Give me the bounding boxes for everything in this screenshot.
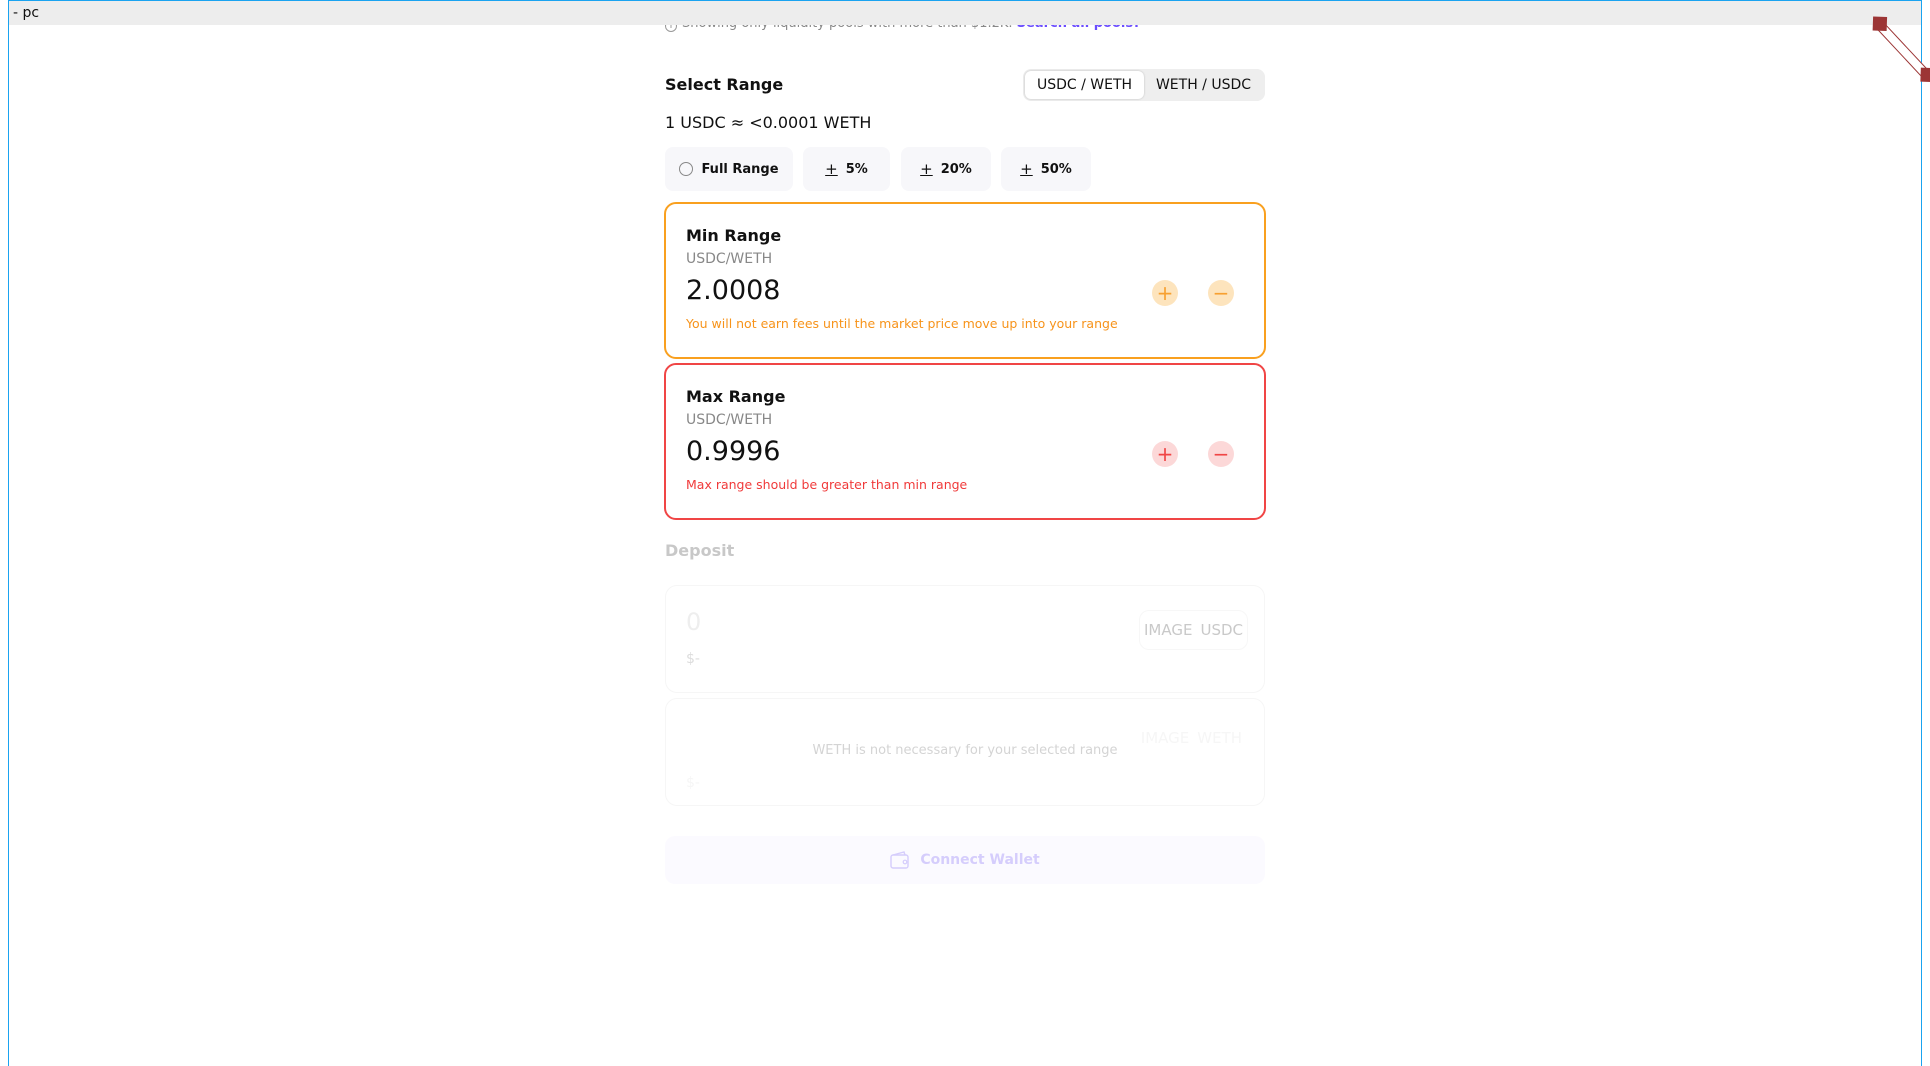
connect-wallet-label: Connect Wallet [920,852,1040,868]
usdc-usd-value: $- [686,651,700,667]
max-range-title: Max Range [686,387,786,406]
preset-label: 5% [845,161,868,177]
max-decrease-button[interactable]: − [1208,441,1234,467]
connect-wallet-button[interactable]: Connect Wallet [665,836,1265,884]
token-symbol: USDC [1200,621,1243,639]
price-ratio: 1 USDC ≈ <0.0001 WETH [665,113,872,132]
wallet-icon [890,851,910,869]
deposit-weth-card: IMAGE WETH $- WETH is not necessary for y… [665,698,1265,806]
minus-icon: − [1212,281,1230,305]
preset-label: Full Range [701,161,779,177]
min-increase-button[interactable]: + [1152,280,1178,306]
preset-label: 50% [1040,161,1072,177]
max-range-card: Max Range USDC/WETH 0.9996 Max range sho… [664,363,1266,520]
max-range-error: Max range should be greater than min ran… [686,477,968,492]
max-increase-button[interactable]: + [1152,441,1178,467]
preset-20-button[interactable]: +20% [901,147,991,191]
weth-not-necessary-note: WETH is not necessary for your selected … [812,743,1118,758]
preset-label: 20% [940,161,972,177]
minus-icon: − [1212,442,1230,466]
window-title: - pc [13,5,40,21]
token-image: IMAGE [1144,621,1193,639]
min-range-unit: USDC/WETH [686,251,773,267]
plus-minus-icon: + [825,160,838,178]
window-title-bar: - pc [9,1,1921,25]
plus-icon: + [1156,442,1174,466]
pair-usdc-weth[interactable]: USDC / WETH [1025,71,1144,99]
deposit-title: Deposit [665,541,735,560]
plus-icon: + [1156,281,1174,305]
usdc-amount-input[interactable]: 0 [686,608,701,636]
min-range-card: Min Range USDC/WETH 2.0008 You will not … [664,202,1266,359]
pair-weth-usdc[interactable]: WETH / USDC [1144,71,1263,99]
usdc-token-selector[interactable]: IMAGE USDC [1139,610,1248,650]
max-range-unit: USDC/WETH [686,412,773,428]
preset-5-button[interactable]: +5% [803,147,890,191]
weth-usd-value: $- [686,775,700,791]
min-range-warning: You will not earn fees until the market … [686,316,1118,331]
full-range-button[interactable]: Full Range [665,147,793,191]
deposit-usdc-card: 0 $- IMAGE USDC [665,585,1265,693]
min-range-title: Min Range [686,226,782,245]
plus-minus-icon: + [920,160,933,178]
radio-icon [679,162,694,176]
plus-minus-icon: + [1020,160,1033,178]
pair-toggle[interactable]: USDC / WETH WETH / USDC [1023,69,1265,101]
preset-50-button[interactable]: +50% [1001,147,1091,191]
min-decrease-button[interactable]: − [1208,280,1234,306]
